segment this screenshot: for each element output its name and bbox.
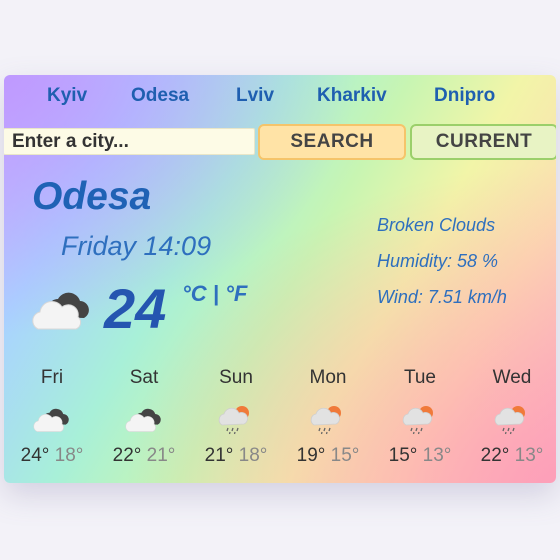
weather-card: Kyiv Odesa Lviv Kharkiv Dnipro SEARCH CU… bbox=[4, 75, 556, 483]
forecast-low: 15° bbox=[330, 445, 360, 466]
forecast-high: 21° bbox=[204, 445, 234, 466]
forecast-high: 22° bbox=[112, 445, 142, 466]
date-time: Friday 14:09 bbox=[61, 231, 212, 261]
city-link-lviv[interactable]: Lviv bbox=[236, 85, 274, 107]
unit-separator: | bbox=[206, 281, 226, 306]
weather-description: Broken Clouds bbox=[377, 215, 496, 235]
current-location-button[interactable]: CURRENT bbox=[410, 124, 556, 160]
broken-clouds-icon bbox=[30, 287, 94, 331]
forecast-day: Fri 24° 18° bbox=[6, 367, 98, 467]
forecast-day: Tue 15° 13° bbox=[374, 367, 466, 467]
rain-icon bbox=[308, 403, 348, 435]
rain-icon bbox=[492, 403, 532, 435]
city-title: Odesa bbox=[32, 175, 152, 218]
rain-icon bbox=[216, 403, 256, 435]
forecast-day-name: Sun bbox=[219, 367, 253, 388]
forecast-day-name: Tue bbox=[403, 367, 437, 388]
forecast-day-name: Wed bbox=[492, 367, 532, 388]
forecast-day: Sun 21° 18° bbox=[190, 367, 282, 467]
weather-details: Broken Clouds Humidity: 58 % Wind: 7.51 … bbox=[377, 214, 507, 322]
city-link-kyiv[interactable]: Kyiv bbox=[47, 85, 87, 107]
forecast-day: Wed 22° 13° bbox=[466, 367, 556, 467]
forecast-high: 19° bbox=[296, 445, 326, 466]
forecast-day-name: Sat bbox=[129, 367, 159, 388]
city-nav: Kyiv Odesa Lviv Kharkiv Dnipro bbox=[4, 85, 556, 109]
forecast-low: 18° bbox=[238, 445, 268, 466]
forecast-high: 22° bbox=[480, 445, 510, 466]
humidity: Humidity: 58 % bbox=[377, 251, 499, 271]
forecast-low: 21° bbox=[146, 445, 176, 466]
city-link-dnipro[interactable]: Dnipro bbox=[434, 85, 495, 107]
forecast-low: 13° bbox=[422, 445, 452, 466]
clouds-icon bbox=[124, 403, 164, 435]
unit-toggle: °C | °F bbox=[182, 281, 247, 307]
celsius-link[interactable]: °C bbox=[182, 281, 207, 306]
rain-icon bbox=[400, 403, 440, 435]
fahrenheit-link[interactable]: °F bbox=[225, 281, 247, 306]
forecast-day-name: Fri bbox=[40, 367, 64, 388]
forecast-day: Sat 22° 21° bbox=[98, 367, 190, 467]
city-search-input[interactable] bbox=[4, 128, 255, 155]
temperature-value: 24 bbox=[104, 277, 167, 340]
forecast-day: Mon 19° 15° bbox=[282, 367, 374, 467]
forecast-high: 15° bbox=[388, 445, 418, 466]
search-button[interactable]: SEARCH bbox=[258, 124, 406, 160]
forecast-day-name: Mon bbox=[309, 367, 347, 388]
forecast-low: 18° bbox=[54, 445, 84, 466]
city-link-odesa[interactable]: Odesa bbox=[131, 85, 189, 107]
forecast-high: 24° bbox=[20, 445, 50, 466]
clouds-icon bbox=[32, 403, 72, 435]
forecast: Fri 24° 18° Sat 22° 21° Sun 21° 18° Mon … bbox=[4, 367, 556, 467]
wind-speed: Wind: 7.51 km/h bbox=[377, 287, 507, 307]
forecast-low: 13° bbox=[514, 445, 544, 466]
city-link-kharkiv[interactable]: Kharkiv bbox=[317, 85, 387, 107]
